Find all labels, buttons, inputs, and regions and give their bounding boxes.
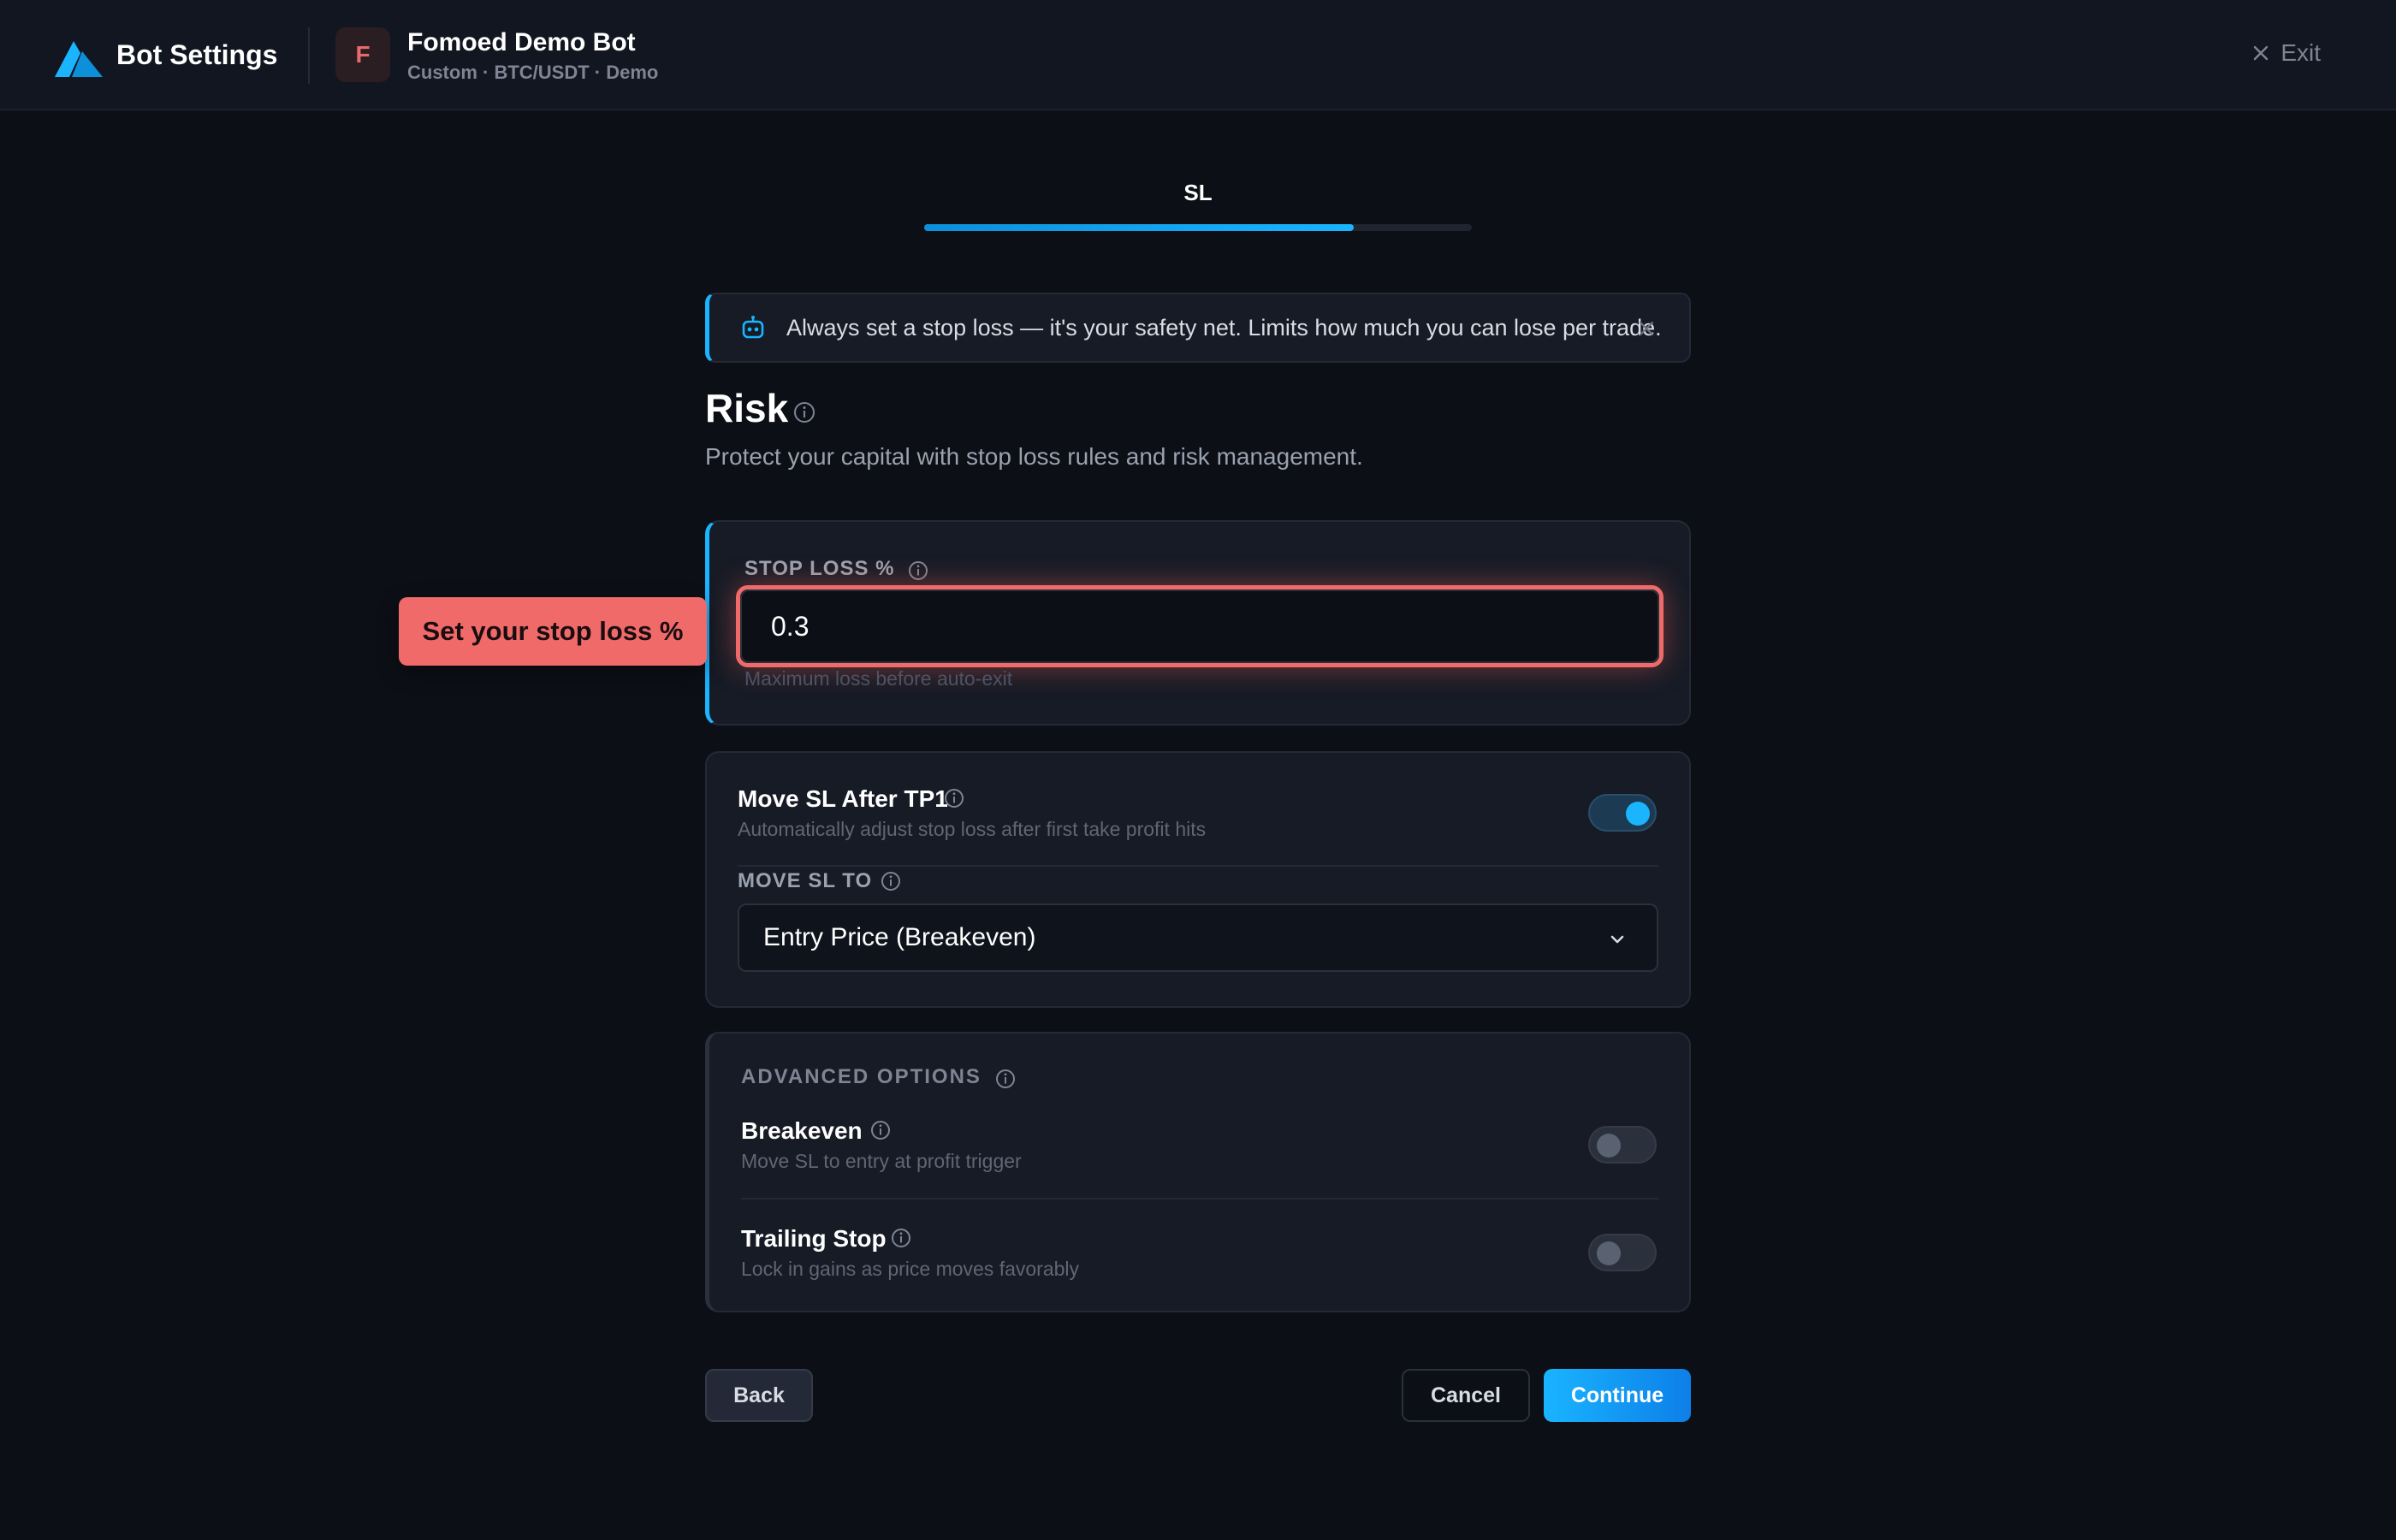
advanced-options-label: ADVANCED OPTIONS <box>741 1065 982 1088</box>
divider <box>738 865 1658 867</box>
chevron-down-icon <box>1610 935 1624 944</box>
toggle-knob <box>1597 1241 1621 1265</box>
breakeven-description: Move SL to entry at profit trigger <box>741 1150 1022 1172</box>
trailing-stop-description: Lock in gains as price moves favorably <box>741 1258 1080 1280</box>
tip-text: Always set a stop loss — it's your safet… <box>786 314 1662 341</box>
robot-icon <box>742 316 764 339</box>
trailing-stop-title: Trailing Stop <box>741 1225 887 1252</box>
exit-button[interactable]: Exit <box>2251 39 2321 67</box>
stop-loss-highlight <box>736 585 1664 667</box>
close-icon <box>2254 45 2268 61</box>
info-icon[interactable] <box>907 560 929 582</box>
app-title: Bot Settings <box>116 39 278 70</box>
info-icon[interactable] <box>792 400 816 424</box>
stop-loss-hint: Maximum loss before auto-exit <box>744 667 1013 690</box>
step-label: SL <box>1183 180 1213 205</box>
toggle-knob <box>1597 1134 1621 1158</box>
move-sl-title: Move SL After TP1 <box>738 785 948 812</box>
divider <box>741 1198 1658 1199</box>
stop-loss-callout: Set your stop loss % <box>399 597 707 666</box>
logo-mountain-icon <box>55 41 103 77</box>
close-icon[interactable] <box>1636 318 1657 339</box>
trailing-stop-toggle[interactable] <box>1588 1234 1657 1271</box>
tip-banner: Always set a stop loss — it's your safet… <box>705 293 1691 363</box>
exit-label: Exit <box>2280 39 2321 66</box>
back-button[interactable]: Back <box>705 1369 813 1422</box>
breakeven-title: Breakeven <box>741 1117 863 1144</box>
step-progress-bar <box>924 224 1472 231</box>
section-title: Risk <box>705 386 789 430</box>
toggle-knob <box>1626 802 1650 826</box>
stop-loss-label: STOP LOSS % <box>744 557 895 580</box>
cancel-button[interactable]: Cancel <box>1402 1369 1530 1422</box>
info-icon[interactable] <box>994 1068 1017 1090</box>
step-progress-fill <box>924 224 1355 231</box>
info-icon[interactable] <box>890 1227 912 1249</box>
move-sl-description: Automatically adjust stop loss after fir… <box>738 818 1207 840</box>
move-sl-to-label: MOVE SL TO <box>738 869 873 892</box>
continue-button[interactable]: Continue <box>1544 1369 1691 1422</box>
bot-avatar: F <box>335 27 390 82</box>
move-sl-toggle[interactable] <box>1588 794 1657 832</box>
info-icon[interactable] <box>943 787 965 809</box>
info-icon[interactable] <box>869 1119 892 1141</box>
section-description: Protect your capital with stop loss rule… <box>705 443 1363 470</box>
move-sl-to-select[interactable]: Entry Price (Breakeven) <box>738 903 1658 972</box>
select-value: Entry Price (Breakeven) <box>763 923 1036 951</box>
stop-loss-input[interactable] <box>740 589 1659 663</box>
bot-name: Fomoed Demo Bot <box>407 28 636 56</box>
breakeven-toggle[interactable] <box>1588 1126 1657 1164</box>
info-icon[interactable] <box>880 870 902 892</box>
top-bar: Bot Settings F Fomoed Demo Bot Custom · … <box>0 0 2396 110</box>
header-divider <box>308 27 310 84</box>
bot-subtitle: Custom · BTC/USDT · Demo <box>407 62 659 83</box>
